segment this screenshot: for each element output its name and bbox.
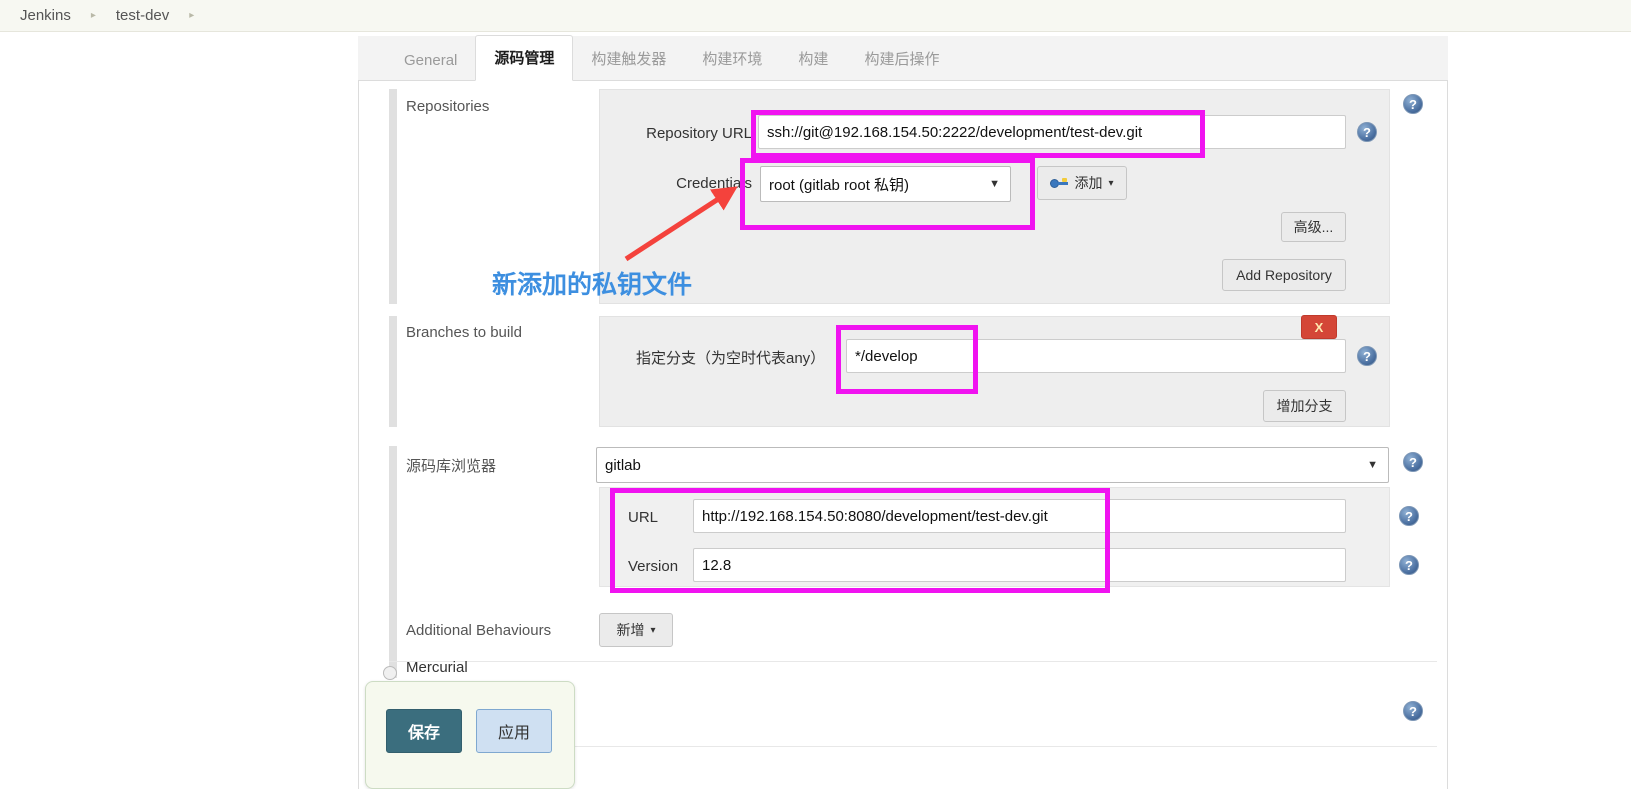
advanced-button[interactable]: 高级...: [1281, 212, 1346, 242]
section-gutter-branches: [389, 316, 397, 427]
add-branch-button[interactable]: 增加分支: [1263, 390, 1346, 422]
tab-scm[interactable]: 源码管理: [475, 35, 574, 81]
annotation-arrow-icon: [624, 186, 738, 262]
key-icon: [1050, 177, 1069, 189]
delete-branch-button[interactable]: X: [1301, 315, 1337, 339]
help-icon-repository-url[interactable]: ?: [1357, 122, 1377, 142]
branch-spec-input[interactable]: [846, 339, 1346, 373]
breadcrumb-item-jenkins[interactable]: Jenkins: [14, 7, 77, 24]
add-behaviour-button[interactable]: 新增 ▾: [599, 613, 673, 647]
tab-post-build-actions[interactable]: 构建后操作: [846, 37, 957, 81]
repositories-section-label: Repositories: [406, 98, 490, 115]
chevron-down-icon-behaviour: ▾: [650, 624, 656, 636]
tab-general[interactable]: General: [386, 41, 475, 81]
help-icon-branch-spec[interactable]: ?: [1357, 346, 1377, 366]
help-icon-bottom[interactable]: ?: [1403, 701, 1423, 721]
tab-build-triggers[interactable]: 构建触发器: [573, 37, 684, 81]
mercurial-label: Mercurial: [406, 659, 468, 676]
add-behaviour-label: 新增: [616, 622, 645, 638]
add-credentials-label: 添加: [1074, 175, 1103, 191]
add-repository-button[interactable]: Add Repository: [1222, 259, 1346, 291]
help-icon-repositories[interactable]: ?: [1403, 94, 1423, 114]
chevron-down-icon: ▼: [989, 178, 1000, 190]
scm-browser-selected-value: gitlab: [605, 456, 641, 474]
tab-build-environment[interactable]: 构建环境: [684, 37, 780, 81]
repository-url-label: Repository URL: [646, 125, 752, 142]
browser-url-label: URL: [628, 509, 659, 526]
breadcrumb-separator-icon: ▸: [90, 10, 96, 21]
browser-version-label: Version: [628, 558, 679, 575]
section-gutter-repositories: [389, 89, 397, 304]
section-gutter-behaviours: [389, 605, 397, 661]
help-icon-browser-version[interactable]: ?: [1399, 555, 1419, 575]
radio-mercurial[interactable]: [383, 666, 397, 680]
breadcrumb-separator-icon-2: ▸: [189, 10, 195, 21]
browser-section-label: 源码库浏览器: [406, 458, 497, 475]
save-button[interactable]: 保存: [386, 709, 462, 753]
additional-behaviours-label: Additional Behaviours: [406, 622, 552, 639]
config-tab-strip: General 源码管理 构建触发器 构建环境 构建 构建后操作: [358, 35, 1448, 81]
save-apply-bar: 保存 应用: [365, 681, 575, 789]
browser-url-input[interactable]: [693, 499, 1346, 533]
chevron-down-icon-browser: ▼: [1367, 459, 1378, 471]
tab-build[interactable]: 构建: [780, 37, 846, 81]
breadcrumb: Jenkins ▸ test-dev ▸: [0, 0, 1631, 32]
apply-button[interactable]: 应用: [476, 709, 552, 753]
browser-version-input[interactable]: [693, 548, 1346, 582]
credentials-select[interactable]: root (gitlab root 私钥) ▼: [760, 166, 1011, 202]
behaviours-divider: [389, 661, 1437, 662]
breadcrumb-item-test-dev[interactable]: test-dev: [110, 7, 175, 24]
help-icon-browser-url[interactable]: ?: [1399, 506, 1419, 526]
add-credentials-button[interactable]: 添加 ▾: [1037, 166, 1127, 200]
annotation-label: 新添加的私钥文件: [492, 271, 693, 299]
branches-section-label: Branches to build: [406, 324, 522, 341]
help-icon-browser[interactable]: ?: [1403, 452, 1423, 472]
repository-url-input[interactable]: [758, 115, 1346, 149]
scm-browser-select[interactable]: gitlab ▼: [596, 447, 1389, 483]
branch-spec-label: 指定分支（为空时代表any）: [636, 350, 826, 367]
chevron-down-icon-credentials: ▾: [1108, 177, 1114, 189]
credentials-selected-value: root (gitlab root 私钥): [769, 176, 910, 194]
